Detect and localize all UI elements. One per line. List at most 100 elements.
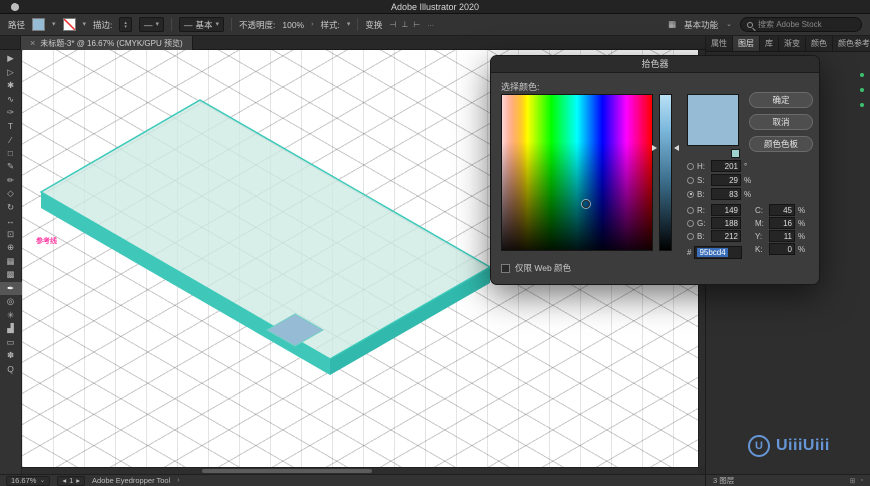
panel-tab-gradient[interactable]: 渐变 <box>779 36 806 51</box>
symbol-sprayer-tool[interactable]: ✳ <box>0 309 22 323</box>
horizontal-scrollbar[interactable] <box>22 467 698 474</box>
eyedropper-tool[interactable]: ✒ <box>0 281 22 295</box>
align-left-icon[interactable]: ⊣ <box>389 20 396 29</box>
pen-tool[interactable]: ✑ <box>0 106 22 120</box>
s-value-field[interactable]: 29 <box>711 174 741 186</box>
scale-tool[interactable]: ↔ <box>0 214 22 228</box>
artboard-tool[interactable]: ▭ <box>0 336 22 350</box>
status-chevron-icon[interactable]: › <box>177 477 179 484</box>
close-tab-icon[interactable]: × <box>30 38 35 48</box>
workspace-cluster: ▦ 基本功能 ⌄ <box>668 17 862 32</box>
cmyk-k-row: K: 0 % <box>755 243 806 255</box>
artboard-nav[interactable]: ◂ 1 ▸ <box>57 475 86 486</box>
rectangle-tool[interactable]: □ <box>0 147 22 161</box>
cmyk-m-row: M: 16 % <box>755 217 806 229</box>
h-value-field[interactable]: 201 <box>711 160 741 172</box>
opacity-chevron-icon[interactable]: › <box>311 21 313 28</box>
align-center-icon[interactable]: ⊥ <box>401 20 408 29</box>
stroke-caret-icon[interactable]: ▾ <box>83 21 87 28</box>
brush-dropdown[interactable]: — 基本 ▾ <box>178 17 224 32</box>
width-profile-dropdown[interactable]: — ▾ <box>138 17 164 32</box>
c-value-field[interactable]: 45 <box>769 204 795 216</box>
color-spectrum-slider[interactable] <box>659 94 672 251</box>
fill-color-swatch[interactable] <box>32 18 46 31</box>
color-field-marker[interactable] <box>582 200 590 208</box>
mesh-tool[interactable]: ▦ <box>0 255 22 269</box>
g-radio[interactable] <box>687 219 694 227</box>
m-value-field[interactable]: 16 <box>769 217 795 229</box>
style-caret-icon[interactable]: ▾ <box>347 21 351 28</box>
slider-handle-right-icon[interactable] <box>674 145 679 151</box>
document-tab[interactable]: × 未标题-3* @ 16.67% (CMYK/GPU 预览) <box>20 36 193 50</box>
selection-tool[interactable]: ▶ <box>0 52 22 66</box>
eraser-tool[interactable]: ◇ <box>0 187 22 201</box>
h-radio[interactable] <box>687 162 694 170</box>
rgb-b-radio[interactable] <box>687 232 694 240</box>
column-graph-tool[interactable]: ▟ <box>0 322 22 336</box>
magic-wand-tool[interactable]: ✱ <box>0 79 22 93</box>
r-radio[interactable] <box>687 206 694 214</box>
horizontal-scrollbar-thumb[interactable] <box>202 469 372 473</box>
selection-type-label: 路径 <box>8 19 26 30</box>
color-field[interactable] <box>501 94 653 251</box>
r-value-field[interactable]: 149 <box>711 204 741 216</box>
rgb-b-value-field[interactable]: 212 <box>711 230 741 242</box>
panel-tab-properties[interactable]: 属性 <box>706 36 733 51</box>
align-right-icon[interactable]: ⊢ <box>413 20 420 29</box>
watermark-text: UiiiUiii <box>776 437 830 454</box>
workspace-switcher[interactable]: 基本功能 <box>684 19 718 31</box>
delete-layer-icon[interactable]: ▫ <box>861 477 863 485</box>
fill-caret-icon[interactable]: ▾ <box>52 21 56 28</box>
s-radio[interactable] <box>687 176 694 184</box>
transform-link[interactable]: 变换 <box>365 19 382 31</box>
illustrator-window: Adobe Illustrator 2020 路径 ▾ ▾ 描边: ▴ ▾ — ▾… <box>0 0 870 486</box>
workspace-caret-icon[interactable]: ⌄ <box>726 21 732 28</box>
layer-status-dot <box>860 103 864 107</box>
paintbrush-tool[interactable]: ✎ <box>0 160 22 174</box>
artboard-next-icon[interactable]: ▸ <box>76 476 80 485</box>
color-picker-dialog: 拾色器 选择颜色: 确定 取消 颜色色板 H: 201 ° S: 29 % B:… <box>490 55 820 285</box>
panel-tab-color-guide[interactable]: 颜色参考 <box>833 36 870 51</box>
hex-input[interactable]: 95bcd4 <box>694 246 743 259</box>
profile-caret-icon: ▾ <box>155 21 159 28</box>
more-options-icon[interactable]: … <box>427 21 434 28</box>
k-value-field[interactable]: 0 <box>769 243 795 255</box>
type-tool[interactable]: T <box>0 120 22 134</box>
free-transform-tool[interactable]: ⊡ <box>0 228 22 242</box>
b-radio[interactable] <box>687 190 694 198</box>
hand-tool[interactable]: ✽ <box>0 349 22 363</box>
swatch-chip-icon[interactable] <box>731 149 740 158</box>
line-segment-tool[interactable]: ∕ <box>0 133 22 147</box>
rgb-g-row: G: 188 <box>687 217 741 229</box>
artboard-prev-icon[interactable]: ◂ <box>62 476 66 485</box>
stroke-weight-field[interactable]: ▴ ▾ <box>119 17 132 32</box>
rotate-tool[interactable]: ↻ <box>0 201 22 215</box>
lasso-tool[interactable]: ∿ <box>0 93 22 107</box>
cancel-button[interactable]: 取消 <box>749 114 813 130</box>
search-input[interactable] <box>758 20 853 29</box>
blend-tool[interactable]: ◎ <box>0 295 22 309</box>
color-swatches-button[interactable]: 颜色色板 <box>749 136 813 152</box>
slider-handle-left-icon[interactable] <box>652 145 657 151</box>
y-value-field[interactable]: 11 <box>769 230 795 242</box>
opacity-value[interactable]: 100% <box>282 20 304 30</box>
zoom-dropdown[interactable]: 16.67% ⌄ <box>6 475 51 486</box>
panel-tab-libraries[interactable]: 库 <box>760 36 779 51</box>
stroke-weight-steppers[interactable]: ▴ ▾ <box>124 20 127 29</box>
shape-builder-tool[interactable]: ⊕ <box>0 241 22 255</box>
b-value-field[interactable]: 83 <box>711 188 741 200</box>
web-colors-checkbox[interactable] <box>501 263 510 273</box>
ok-button[interactable]: 确定 <box>749 92 813 108</box>
direct-selection-tool[interactable]: ▷ <box>0 66 22 80</box>
panel-tab-color[interactable]: 颜色 <box>806 36 833 51</box>
dialog-title[interactable]: 拾色器 <box>491 56 819 73</box>
g-value-field[interactable]: 188 <box>711 217 741 229</box>
panel-tab-layers[interactable]: 图层 <box>733 36 760 51</box>
new-layer-icon[interactable]: ⊞ <box>850 477 856 485</box>
zoom-tool[interactable]: Q <box>0 363 22 377</box>
stock-search-box[interactable] <box>740 17 862 32</box>
stroke-color-swatch[interactable] <box>62 18 76 31</box>
gradient-tool[interactable]: ▩ <box>0 268 22 282</box>
workspace-grid-icon[interactable]: ▦ <box>668 19 676 30</box>
pencil-tool[interactable]: ✏ <box>0 174 22 188</box>
